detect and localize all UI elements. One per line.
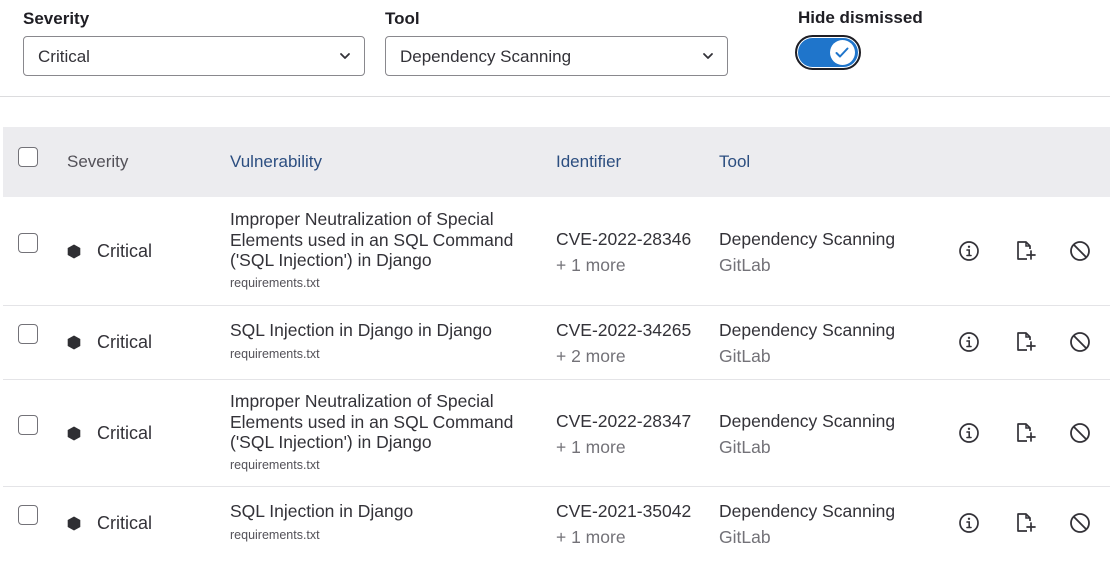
create-issue-icon[interactable] — [1014, 240, 1036, 262]
severity-filter-label: Severity — [23, 9, 90, 28]
select-all-checkbox[interactable] — [18, 147, 38, 167]
identifier: CVE-2022-28346 — [556, 229, 692, 249]
severity-filter-value: Critical — [38, 47, 90, 66]
create-issue-icon[interactable] — [1014, 331, 1036, 353]
hide-dismissed-label: Hide dismissed — [798, 8, 923, 27]
severity-critical-icon — [67, 426, 81, 441]
tool-vendor: GitLab — [719, 255, 771, 275]
vulnerability-file: requirements.txt — [230, 458, 320, 472]
create-issue-icon[interactable] — [1014, 512, 1036, 534]
severity-label: Critical — [97, 241, 153, 261]
tool-filter-value: Dependency Scanning — [400, 47, 572, 66]
identifier: CVE-2021-35042 — [556, 501, 692, 521]
information-icon[interactable] — [958, 512, 980, 534]
identifier-column-header[interactable]: Identifier — [556, 152, 621, 172]
tool-column-header[interactable]: Tool — [719, 152, 750, 172]
severity-label: Critical — [97, 423, 153, 443]
severity-column-header[interactable]: Severity — [67, 152, 128, 172]
vulnerability-column-header[interactable]: Vulnerability — [230, 152, 322, 172]
severity-label: Critical — [97, 513, 153, 533]
tool-filter-dropdown[interactable]: Dependency Scanning — [385, 36, 728, 76]
row-checkbox[interactable] — [18, 505, 38, 525]
dismiss-icon[interactable] — [1069, 331, 1091, 353]
severity-critical-icon — [67, 335, 81, 350]
information-icon[interactable] — [958, 240, 980, 262]
severity-critical-icon — [67, 516, 81, 531]
information-icon[interactable] — [958, 422, 980, 444]
dismiss-icon[interactable] — [1069, 422, 1091, 444]
chevron-down-icon — [703, 53, 713, 59]
identifier: CVE-2022-28347 — [556, 411, 692, 431]
tool-name: Dependency Scanning — [719, 229, 896, 249]
dismiss-icon[interactable] — [1069, 240, 1091, 262]
identifier-more[interactable]: + 1 more — [556, 527, 626, 548]
table-row: Critical Improper Neutralization of Spec… — [3, 197, 1110, 306]
dismiss-icon[interactable] — [1069, 512, 1091, 534]
identifier-more[interactable]: + 2 more — [556, 346, 626, 367]
table-row: Critical SQL Injection in Django in Djan… — [3, 306, 1110, 380]
vulnerability-title-link[interactable]: Improper Neutralization of Special Eleme… — [230, 391, 530, 453]
identifier: CVE-2022-34265 — [556, 320, 692, 340]
table-row: Critical Improper Neutralization of Spec… — [3, 380, 1110, 487]
check-icon — [835, 47, 849, 58]
chevron-down-icon — [340, 53, 350, 59]
tool-name: Dependency Scanning — [719, 320, 896, 340]
table-row: Critical SQL Injection in Django require… — [3, 487, 1110, 562]
create-issue-icon[interactable] — [1014, 422, 1036, 444]
row-checkbox[interactable] — [18, 324, 38, 344]
tool-name: Dependency Scanning — [719, 411, 896, 431]
row-checkbox[interactable] — [18, 233, 38, 253]
severity-filter-dropdown[interactable]: Critical — [23, 36, 365, 76]
tool-name: Dependency Scanning — [719, 501, 896, 521]
vulnerability-file: requirements.txt — [230, 528, 320, 542]
severity-label: Critical — [97, 332, 153, 352]
tool-vendor: GitLab — [719, 437, 771, 457]
severity-critical-icon — [67, 244, 81, 259]
row-checkbox[interactable] — [18, 415, 38, 435]
vulnerability-title-link[interactable]: SQL Injection in Django in Django — [230, 320, 530, 341]
vulnerability-title-link[interactable]: SQL Injection in Django — [230, 501, 530, 522]
filter-bar: Severity Critical Tool Dependency Scanni… — [0, 0, 1110, 97]
identifier-more[interactable]: + 1 more — [556, 255, 626, 276]
tool-vendor: GitLab — [719, 346, 771, 366]
tool-vendor: GitLab — [719, 527, 771, 547]
table-header: Severity Vulnerability Identifier Tool — [3, 127, 1110, 197]
toggle-knob — [830, 40, 855, 65]
hide-dismissed-toggle[interactable] — [795, 35, 861, 70]
tool-filter-label: Tool — [385, 9, 420, 28]
information-icon[interactable] — [958, 331, 980, 353]
vulnerability-file: requirements.txt — [230, 347, 320, 361]
vulnerability-file: requirements.txt — [230, 276, 320, 290]
vulnerability-title-link[interactable]: Improper Neutralization of Special Eleme… — [230, 209, 530, 271]
identifier-more[interactable]: + 1 more — [556, 437, 626, 458]
